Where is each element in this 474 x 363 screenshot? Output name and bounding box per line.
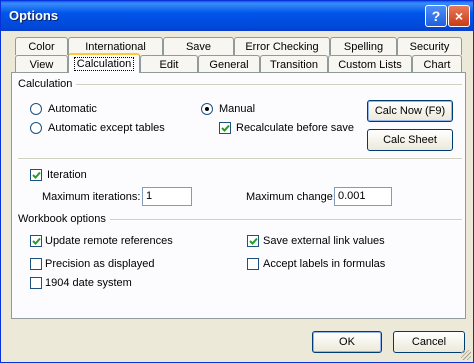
- tab-color[interactable]: Color: [15, 37, 68, 55]
- max-change-input[interactable]: 0.001: [334, 187, 392, 206]
- checkmark-icon: [32, 171, 41, 179]
- checkmark-icon: [221, 124, 230, 132]
- iteration-label: Iteration: [47, 169, 87, 181]
- calc-sheet-button[interactable]: Calc Sheet: [367, 129, 453, 151]
- recalculate-before-save-label: Recalculate before save: [236, 122, 355, 134]
- manual-label: Manual: [219, 103, 256, 115]
- checkmark-icon: [32, 237, 41, 245]
- tab-calculation[interactable]: Calculation: [68, 53, 140, 73]
- options-dialog: Options ? × Color International Save Err…: [0, 0, 474, 363]
- automatic-radio[interactable]: [30, 103, 42, 115]
- date-system-1904-label: 1904 date system: [45, 277, 132, 289]
- automatic-label: Automatic: [48, 103, 97, 115]
- workbook-divider: [106, 219, 462, 221]
- date-system-1904-checkbox[interactable]: [30, 277, 42, 289]
- accept-labels-in-formulas-label: Accept labels in formulas: [263, 258, 386, 270]
- calculation-section-label: Calculation: [18, 78, 77, 90]
- max-change-label: Maximum change:: [246, 191, 336, 203]
- iteration-divider: [18, 158, 462, 160]
- max-iterations-input[interactable]: 1: [142, 187, 192, 206]
- tab-view[interactable]: View: [15, 55, 68, 73]
- automatic-except-tables-label: Automatic except tables: [48, 122, 165, 134]
- precision-as-displayed-checkbox[interactable]: [30, 258, 42, 270]
- update-remote-references-checkbox[interactable]: [30, 235, 42, 247]
- calc-now-button[interactable]: Calc Now (F9): [367, 100, 453, 122]
- close-button[interactable]: ×: [448, 5, 470, 27]
- manual-radio[interactable]: [201, 103, 213, 115]
- save-external-link-values-label: Save external link values: [263, 235, 385, 247]
- max-iterations-label: Maximum iterations:: [42, 191, 141, 203]
- resize-grip-icon[interactable]: [461, 350, 471, 360]
- title-bar[interactable]: Options ? ×: [1, 1, 473, 31]
- precision-as-displayed-label: Precision as displayed: [45, 258, 155, 270]
- save-external-link-values-checkbox[interactable]: [247, 235, 259, 247]
- workbook-section-label: Workbook options: [18, 213, 110, 225]
- tab-chart[interactable]: Chart: [412, 55, 462, 73]
- tab-error-checking[interactable]: Error Checking: [234, 37, 330, 55]
- tab-general[interactable]: General: [198, 55, 260, 73]
- radio-selected-dot: [205, 107, 209, 111]
- window-title: Options: [9, 8, 59, 23]
- calculation-panel: Calculation Automatic Automatic except t…: [11, 72, 466, 319]
- close-icon: ×: [454, 8, 464, 24]
- help-icon: ?: [431, 8, 441, 24]
- help-button[interactable]: ?: [425, 5, 447, 27]
- tab-edit[interactable]: Edit: [140, 55, 198, 73]
- ok-button[interactable]: OK: [312, 331, 382, 353]
- checkmark-icon: [249, 237, 258, 245]
- iteration-checkbox[interactable]: [30, 169, 42, 181]
- tab-save[interactable]: Save: [163, 37, 234, 55]
- recalculate-before-save-checkbox[interactable]: [219, 122, 231, 134]
- cancel-button[interactable]: Cancel: [393, 331, 465, 353]
- tab-spelling[interactable]: Spelling: [330, 37, 397, 55]
- calculation-divider: [72, 84, 462, 86]
- tab-transition[interactable]: Transition: [260, 55, 328, 73]
- tab-custom-lists[interactable]: Custom Lists: [328, 55, 412, 73]
- accept-labels-in-formulas-checkbox[interactable]: [247, 258, 259, 270]
- update-remote-references-label: Update remote references: [45, 235, 173, 247]
- tab-security[interactable]: Security: [397, 37, 462, 55]
- automatic-except-tables-radio[interactable]: [30, 122, 42, 134]
